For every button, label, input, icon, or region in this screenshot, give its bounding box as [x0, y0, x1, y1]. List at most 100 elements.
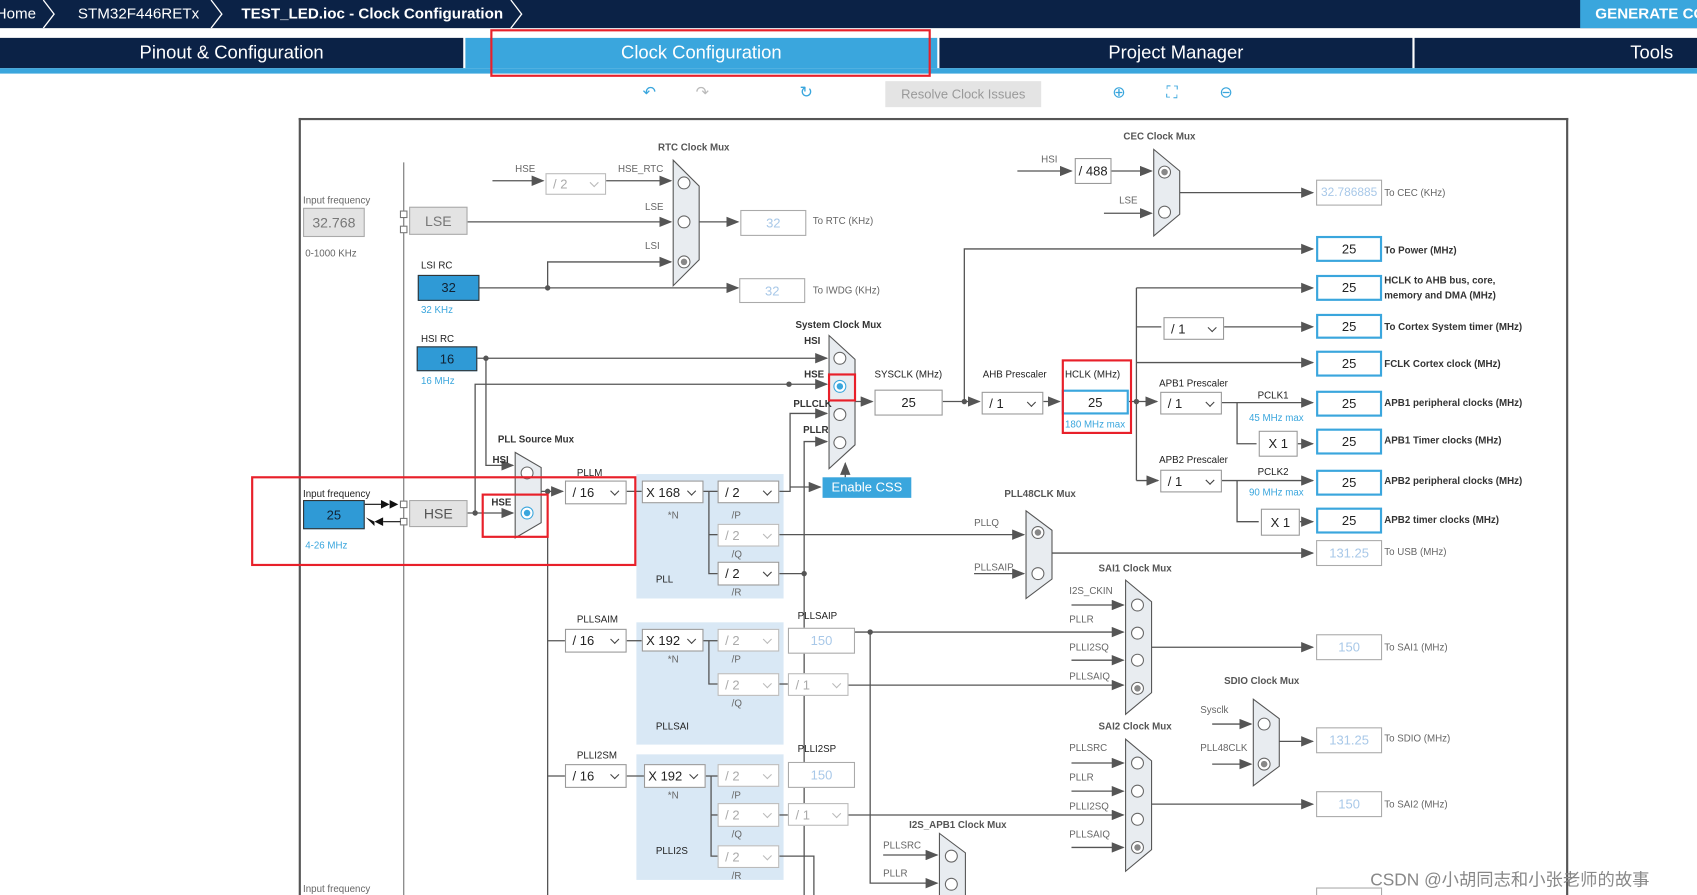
pllsaiq-label: /Q	[731, 698, 742, 709]
cortex-timer-output[interactable]: 25	[1316, 313, 1383, 339]
plli2sm-label: PLLI2SM	[576, 750, 617, 761]
sai1-output: 150	[1316, 634, 1383, 661]
power-output[interactable]: 25	[1316, 235, 1383, 262]
apb1-timer-multiplier: X 1	[1258, 430, 1298, 457]
cec-mux-title: CEC Clock Mux	[1123, 130, 1196, 142]
fclk-output-label: FCLK Cortex clock (MHz)	[1384, 358, 1501, 370]
plli2sq-select[interactable]: / 2	[717, 803, 780, 827]
rtc-hse-rtc-label: HSE_RTC	[617, 163, 664, 175]
hse-block[interactable]: HSE	[409, 500, 468, 528]
plli2sp-select[interactable]: / 2	[717, 764, 780, 787]
chevron-down-icon	[762, 529, 772, 539]
hse-input-label: Input frequency	[303, 488, 371, 499]
plli2sq-value: / 2	[725, 807, 740, 823]
hclk-input[interactable]: 25	[1061, 389, 1129, 415]
sai1-input-label: PLLSAIQ	[1069, 671, 1110, 682]
ahb-prescaler-select[interactable]: / 1	[981, 391, 1044, 415]
sai2-output-label: To SAI2 (MHz)	[1384, 798, 1448, 810]
chevron-down-icon	[762, 634, 772, 644]
ahb-prescaler-label: AHB Prescaler	[982, 369, 1047, 380]
chevron-down-icon	[610, 634, 620, 645]
i2s-apb1-input-label: PLLR	[883, 868, 908, 879]
pllp-select[interactable]: / 2	[717, 480, 780, 504]
apb1-timer-output[interactable]: 25	[1316, 428, 1383, 455]
pllsaim-select[interactable]: / 16	[564, 628, 627, 653]
ahb-prescaler-value: / 1	[989, 395, 1004, 411]
rtc-mux-title: RTC Clock Mux	[658, 141, 730, 153]
pllsaim-label: PLLSAIM	[576, 613, 619, 625]
pllm-value: / 16	[572, 484, 595, 501]
plli2sm-select[interactable]: / 16	[564, 764, 627, 788]
pllm-label: PLLM	[576, 467, 603, 479]
pllsain-select[interactable]: X 192	[641, 628, 704, 652]
chevron-down-icon	[610, 770, 620, 780]
clock-tree-wiring	[364, 148, 1315, 895]
pllsain-label: *N	[667, 653, 679, 665]
apb2-prescaler-select[interactable]: / 1	[1160, 469, 1222, 493]
enable-css-button[interactable]: Enable CSS	[822, 477, 912, 498]
plli2sn-select[interactable]: X 192	[643, 764, 706, 788]
plln-label: *N	[667, 509, 679, 521]
chevron-down-icon	[762, 809, 772, 819]
iwdg-output: 32	[739, 278, 806, 304]
hse-input-frequency[interactable]: 25	[303, 500, 365, 530]
rtc-hse-divider[interactable]: / 2	[545, 173, 607, 195]
sdio-output-label: To SDIO (MHz)	[1384, 732, 1451, 744]
sai2-input-label: PLLR	[1069, 771, 1094, 783]
pllm-select[interactable]: / 16	[564, 480, 627, 505]
chevron-down-icon	[762, 769, 772, 779]
chevron-down-icon	[1207, 322, 1217, 332]
pllr-select[interactable]: / 2	[717, 561, 780, 586]
pll48-pllq-label: PLLQ	[974, 517, 999, 529]
cec-output-label: To CEC (KHz)	[1384, 187, 1446, 199]
pclk1-max: 45 MHz max	[1248, 412, 1304, 424]
pllq-value: / 2	[725, 527, 740, 543]
rtc-output-label: To RTC (KHz)	[812, 215, 874, 227]
sdio-mux-title: SDIO Clock Mux	[1224, 675, 1300, 687]
usb-output: 131.25	[1316, 540, 1383, 567]
hclk-label: HCLK (MHz)	[1064, 369, 1121, 380]
apb2-timer-output[interactable]: 25	[1316, 507, 1383, 534]
sai1-mux-title: SAI1 Clock Mux	[1098, 562, 1172, 574]
pllr-value: / 2	[725, 566, 740, 582]
cortex-timer-divider[interactable]: / 1	[1163, 317, 1225, 340]
pllsaiq-select[interactable]: / 2	[717, 673, 780, 696]
pllq-select[interactable]: / 2	[717, 523, 780, 547]
sysmux-hse-radio[interactable]	[831, 378, 848, 395]
sysmux-hse-label: HSE	[804, 369, 825, 380]
lse-input-frequency[interactable]: 32.768	[303, 207, 365, 238]
plli2sr-select[interactable]: / 2	[717, 845, 780, 869]
iwdg-output-label: To IWDG (KHz)	[812, 284, 880, 296]
hsi-value: 16	[416, 346, 478, 372]
apb1-peripheral-output[interactable]: 25	[1316, 390, 1383, 417]
plli2sq-divider[interactable]: / 1	[787, 803, 849, 826]
apb2-peripheral-output[interactable]: 25	[1316, 469, 1383, 496]
pllsrc-hse-label: HSE	[491, 496, 512, 508]
cec-lse-label: LSE	[1119, 194, 1138, 206]
hsi-unit: 16 MHz	[421, 375, 455, 387]
plli2sm-value: / 16	[572, 768, 595, 784]
hclk-ahb-output[interactable]: 25	[1316, 274, 1383, 301]
pllp-label: /P	[731, 509, 741, 521]
pllsaiq-divider-value: / 1	[795, 676, 810, 693]
pllsrc-hsi-label: HSI	[492, 454, 509, 466]
pclk1-label: PCLK1	[1257, 389, 1289, 401]
pll-name: PLL	[655, 573, 674, 585]
rtc-output: 32	[740, 209, 807, 236]
cec-divider: / 488	[1074, 158, 1112, 184]
plln-select[interactable]: X 168	[641, 480, 704, 504]
sysclk-value[interactable]: 25	[874, 389, 943, 416]
apb2-peripheral-output-label: APB2 peripheral clocks (MHz)	[1384, 475, 1523, 486]
bottom-input-label: Input frequency	[303, 883, 371, 894]
pllsaip-select[interactable]: / 2	[717, 628, 780, 652]
chevron-down-icon	[689, 770, 699, 780]
cortex-timer-output-label: To Cortex System timer (MHz)	[1384, 321, 1523, 333]
apb1-prescaler-select[interactable]: / 1	[1160, 391, 1222, 415]
pllsrc-hse-radio[interactable]	[518, 504, 535, 521]
plli2sp-output-label: PLLI2SP	[797, 743, 837, 755]
apb2-timer-multiplier: X 1	[1260, 508, 1300, 536]
lse-block[interactable]: LSE	[409, 206, 468, 235]
pllsaiq-divider[interactable]: / 1	[787, 673, 849, 696]
pllsaiq-value: / 2	[725, 676, 740, 693]
fclk-output[interactable]: 25	[1316, 350, 1383, 377]
